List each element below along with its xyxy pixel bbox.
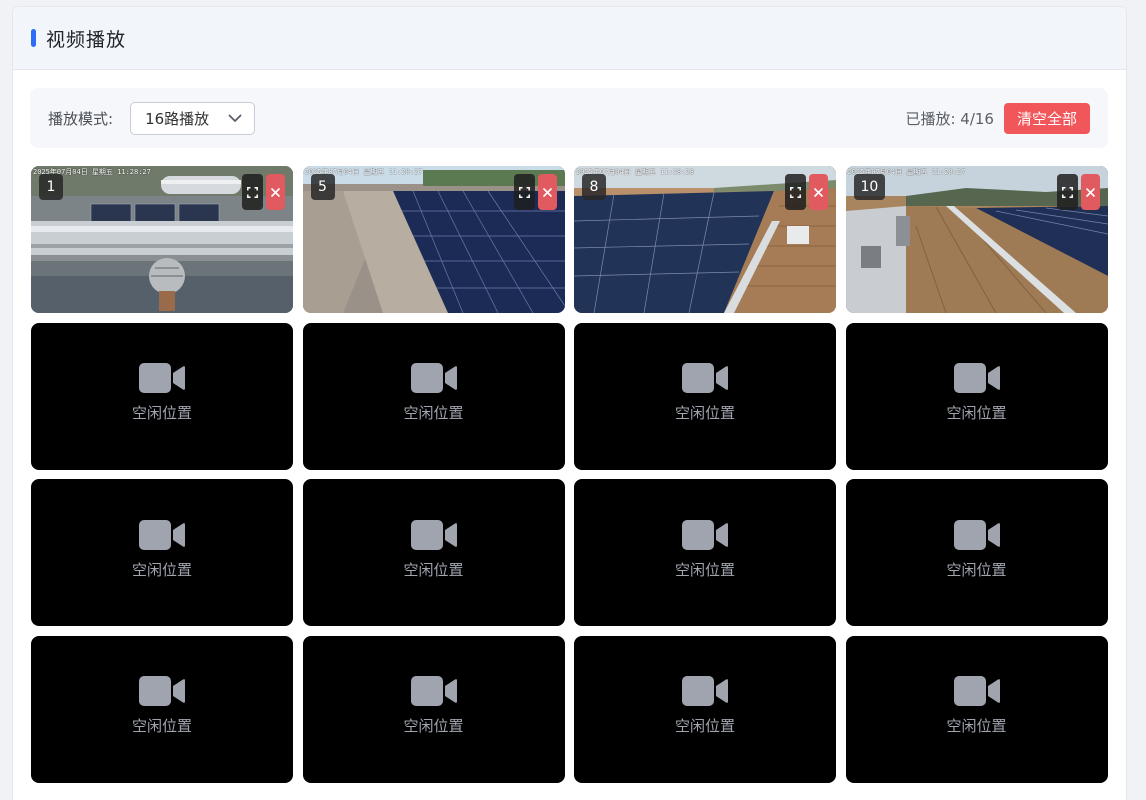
close-button[interactable] xyxy=(537,174,557,210)
close-icon xyxy=(542,187,552,197)
video-camera-icon xyxy=(953,363,1000,393)
mode-label: 播放模式: xyxy=(48,109,114,128)
video-camera-icon xyxy=(953,676,1000,706)
video-cell[interactable]: 2025年07月04日 星期五 11:28:27 5 xyxy=(302,166,565,313)
video-camera-icon xyxy=(410,363,457,393)
channel-badge: 10 xyxy=(853,174,886,200)
close-button[interactable] xyxy=(266,174,285,210)
video-camera-icon xyxy=(139,676,185,706)
empty-video-slot[interactable]: 空闲位置 xyxy=(302,322,565,470)
video-camera-icon xyxy=(682,676,728,706)
video-camera-icon xyxy=(682,363,728,393)
empty-video-slot[interactable]: 空闲位置 xyxy=(845,635,1108,783)
fullscreen-button[interactable] xyxy=(242,174,263,210)
empty-slot-label: 空闲位置 xyxy=(674,404,735,422)
video-camera-icon xyxy=(139,519,185,550)
close-icon xyxy=(1085,187,1095,197)
title-accent-bar xyxy=(31,29,36,47)
empty-slot-label: 空闲位置 xyxy=(131,404,192,422)
empty-video-slot[interactable]: 空闲位置 xyxy=(31,479,293,626)
empty-slot-label: 空闲位置 xyxy=(946,560,1007,579)
video-camera-icon xyxy=(139,363,185,393)
empty-slot-label: 空闲位置 xyxy=(403,404,464,422)
empty-slot-label: 空闲位置 xyxy=(674,560,735,579)
mode-select-value: 16路播放 xyxy=(145,109,210,128)
fullscreen-button[interactable] xyxy=(1056,174,1078,210)
mode-select[interactable]: 16路播放 xyxy=(130,101,256,135)
chevron-down-icon xyxy=(228,114,242,122)
page-title: 视频播放 xyxy=(46,28,127,51)
played-count: 已播放: 4/16 xyxy=(905,109,994,128)
video-camera-icon xyxy=(410,676,457,706)
toolbar: 播放模式: 16路播放 已播放: 4/16 清空全部 xyxy=(30,88,1108,148)
empty-video-slot[interactable]: 空闲位置 xyxy=(302,479,565,626)
empty-slot-label: 空闲位置 xyxy=(131,717,192,735)
video-grid: 2025年07月04日 星期五 11:28:27 1 2025年07月04日 星… xyxy=(31,166,1108,783)
empty-video-slot[interactable]: 空闲位置 xyxy=(574,635,836,783)
close-icon xyxy=(271,187,280,197)
empty-slot-label: 空闲位置 xyxy=(946,717,1007,735)
video-camera-icon xyxy=(953,519,1000,550)
video-cell[interactable]: 2025年07月04日 星期五 11:28:28 8 xyxy=(574,166,836,313)
empty-video-slot[interactable]: 空闲位置 xyxy=(845,479,1108,626)
empty-video-slot[interactable]: 空闲位置 xyxy=(574,479,836,626)
empty-slot-label: 空闲位置 xyxy=(946,404,1007,422)
video-camera-icon xyxy=(682,519,728,550)
close-button[interactable] xyxy=(809,174,828,210)
video-cell[interactable]: 2025年07月04日 星期五 11:28:27 1 xyxy=(31,166,293,313)
clear-all-button[interactable]: 清空全部 xyxy=(1003,102,1090,134)
empty-slot-label: 空闲位置 xyxy=(131,560,192,579)
video-camera-icon xyxy=(410,519,457,550)
empty-video-slot[interactable]: 空闲位置 xyxy=(302,635,565,783)
empty-slot-label: 空闲位置 xyxy=(403,717,464,735)
fullscreen-icon xyxy=(518,186,530,198)
empty-video-slot[interactable]: 空闲位置 xyxy=(31,322,293,470)
close-icon xyxy=(814,187,823,197)
channel-badge: 8 xyxy=(582,174,606,200)
video-cell[interactable]: 2025年07月04日 星期五 11:28:27 10 xyxy=(845,166,1108,313)
empty-video-slot[interactable]: 空闲位置 xyxy=(574,322,836,470)
fullscreen-icon xyxy=(790,186,801,198)
channel-badge: 5 xyxy=(310,174,335,200)
panel-header: 视频播放 xyxy=(13,7,1126,70)
empty-slot-label: 空闲位置 xyxy=(674,717,735,735)
fullscreen-button[interactable] xyxy=(513,174,535,210)
channel-badge: 1 xyxy=(39,174,63,200)
fullscreen-button[interactable] xyxy=(785,174,806,210)
fullscreen-icon xyxy=(247,186,258,198)
empty-video-slot[interactable]: 空闲位置 xyxy=(845,322,1108,470)
fullscreen-icon xyxy=(1061,186,1073,198)
close-button[interactable] xyxy=(1080,174,1100,210)
empty-slot-label: 空闲位置 xyxy=(403,560,464,579)
empty-video-slot[interactable]: 空闲位置 xyxy=(31,635,293,783)
